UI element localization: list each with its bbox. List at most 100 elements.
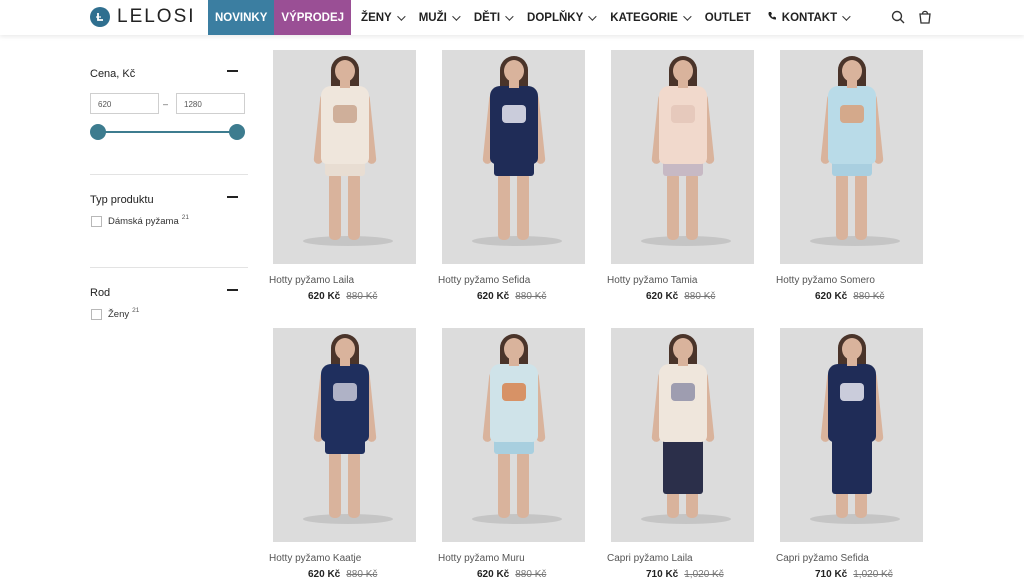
- filter-title-price: Cena, Kč: [90, 68, 136, 80]
- filter-gender[interactable]: Rod: [90, 283, 248, 301]
- price-current: 710 Kč: [815, 569, 848, 580]
- product-name[interactable]: Hotty pyžamo Muru: [438, 553, 592, 564]
- price-original: 1,020 Kč: [684, 569, 724, 580]
- chevron-down-icon: [451, 11, 461, 21]
- product-name[interactable]: Hotty pyžamo Tamia: [607, 275, 761, 286]
- price-original: 880 Kč: [346, 291, 378, 302]
- product-price: 620 Kč 880 Kč: [815, 291, 930, 302]
- product-card[interactable]: Hotty pyžamo Muru 620 Kč 880 Kč: [438, 328, 592, 580]
- product-image[interactable]: [273, 328, 416, 542]
- price-original: 880 Kč: [515, 291, 547, 302]
- price-current: 620 Kč: [815, 291, 848, 302]
- price-original: 1,020 Kč: [853, 569, 893, 580]
- product-price: 710 Kč 1,020 Kč: [815, 569, 930, 580]
- nav-item-novinky[interactable]: NOVINKY: [208, 0, 275, 35]
- product-card[interactable]: Hotty pyžamo Somero 620 Kč 880 Kč: [776, 50, 930, 302]
- nav-item-doplnky[interactable]: DOPLŇKY: [519, 0, 602, 35]
- logo-text: LELOSI: [117, 6, 196, 27]
- logo[interactable]: LELOSI: [90, 5, 196, 29]
- product-price: 620 Kč 880 Kč: [646, 291, 761, 302]
- nav-label: KATEGORIE: [610, 11, 678, 24]
- product-name[interactable]: Hotty pyžamo Somero: [776, 275, 930, 286]
- product-card[interactable]: Hotty pyžamo Sefida 620 Kč 880 Kč: [438, 50, 592, 302]
- collapse-icon[interactable]: [227, 196, 238, 198]
- filter-option-zeny[interactable]: Ženy 21: [91, 307, 140, 320]
- nav-item-kategorie[interactable]: KATEGORIE: [602, 0, 697, 35]
- price-current: 620 Kč: [477, 291, 510, 302]
- nav-item-vyprodej[interactable]: VÝPRODEJ: [274, 0, 352, 35]
- nav-label: MUŽI: [418, 11, 447, 24]
- price-current: 620 Kč: [646, 291, 679, 302]
- checkbox[interactable]: [91, 309, 102, 320]
- product-name[interactable]: Hotty pyžamo Sefida: [438, 275, 592, 286]
- product-image[interactable]: [611, 328, 754, 542]
- filter-title-product-type: Typ produktu: [90, 194, 154, 206]
- product-name[interactable]: Hotty pyžamo Laila: [269, 275, 423, 286]
- chevron-down-icon: [505, 11, 514, 21]
- chevron-down-icon: [588, 11, 597, 21]
- product-card[interactable]: Hotty pyžamo Laila 620 Kč 880 Kč: [269, 50, 423, 302]
- filter-option-damska-pyzama[interactable]: Dámská pyžama 21: [91, 214, 189, 227]
- product-name[interactable]: Capri pyžamo Laila: [607, 553, 761, 564]
- filter-price[interactable]: Cena, Kč: [90, 64, 248, 82]
- checkbox[interactable]: [91, 216, 102, 227]
- product-price: 710 Kč 1,020 Kč: [646, 569, 761, 580]
- filter-divider: [90, 174, 248, 175]
- nav-label: DĚTI: [473, 11, 501, 24]
- price-max-input[interactable]: 1280: [176, 93, 245, 114]
- price-original: 880 Kč: [853, 291, 885, 302]
- product-image[interactable]: [273, 50, 416, 264]
- search-icon[interactable]: [891, 10, 905, 24]
- filter-title-gender: Rod: [90, 287, 111, 299]
- filter-product-type[interactable]: Typ produktu: [90, 190, 248, 208]
- phone-icon: [767, 11, 777, 24]
- price-min-input[interactable]: 620: [90, 93, 159, 114]
- site-header: LELOSI NOVINKY VÝPRODEJ ŽENY MUŽI DĚTI D…: [0, 0, 1024, 35]
- cart-icon[interactable]: [918, 9, 932, 24]
- product-card[interactable]: Hotty pyžamo Tamia 620 Kč 880 Kč: [607, 50, 761, 302]
- price-original: 880 Kč: [346, 569, 378, 580]
- product-card[interactable]: Capri pyžamo Sefida 710 Kč 1,020 Kč: [776, 328, 930, 580]
- collapse-icon[interactable]: [227, 289, 238, 291]
- option-label: Dámská pyžama: [108, 216, 179, 227]
- product-image[interactable]: [611, 50, 754, 264]
- option-count: 21: [132, 307, 140, 314]
- main-nav: NOVINKY VÝPRODEJ ŽENY MUŽI DĚTI DOPLŇKY …: [208, 0, 856, 35]
- price-slider-track[interactable]: [98, 131, 236, 133]
- logo-mark-icon: [90, 7, 110, 27]
- chevron-down-icon: [842, 11, 851, 21]
- product-name[interactable]: Capri pyžamo Sefida: [776, 553, 930, 564]
- nav-label: DOPLŇKY: [527, 11, 584, 24]
- price-slider-max-handle[interactable]: [229, 124, 245, 140]
- product-image[interactable]: [442, 328, 585, 542]
- product-price: 620 Kč 880 Kč: [308, 291, 423, 302]
- nav-item-deti[interactable]: DĚTI: [466, 0, 519, 35]
- filter-divider: [90, 267, 248, 268]
- product-price: 620 Kč 880 Kč: [308, 569, 423, 580]
- product-card[interactable]: Capri pyžamo Laila 710 Kč 1,020 Kč: [607, 328, 761, 580]
- nav-item-kontakt[interactable]: KONTAKT: [759, 0, 856, 35]
- product-image[interactable]: [780, 50, 923, 264]
- product-card[interactable]: Hotty pyžamo Kaatje 620 Kč 880 Kč: [269, 328, 423, 580]
- price-original: 880 Kč: [515, 569, 547, 580]
- nav-label: NOVINKY: [215, 11, 268, 24]
- price-slider-min-handle[interactable]: [90, 124, 106, 140]
- product-price: 620 Kč 880 Kč: [477, 291, 592, 302]
- product-image[interactable]: [442, 50, 585, 264]
- nav-label: OUTLET: [704, 11, 751, 24]
- nav-label: VÝPRODEJ: [281, 11, 345, 24]
- product-price: 620 Kč 880 Kč: [477, 569, 592, 580]
- nav-item-muzi[interactable]: MUŽI: [411, 0, 466, 35]
- nav-label: ŽENY: [361, 11, 392, 24]
- price-current: 620 Kč: [308, 569, 341, 580]
- collapse-icon[interactable]: [227, 70, 238, 72]
- chevron-down-icon: [682, 11, 692, 21]
- price-current: 620 Kč: [308, 291, 341, 302]
- price-current: 710 Kč: [646, 569, 679, 580]
- product-name[interactable]: Hotty pyžamo Kaatje: [269, 553, 423, 564]
- product-image[interactable]: [780, 328, 923, 542]
- option-count: 21: [181, 214, 189, 221]
- option-label: Ženy: [108, 309, 130, 320]
- nav-item-outlet[interactable]: OUTLET: [697, 0, 759, 35]
- nav-item-zeny[interactable]: ŽENY: [353, 0, 411, 35]
